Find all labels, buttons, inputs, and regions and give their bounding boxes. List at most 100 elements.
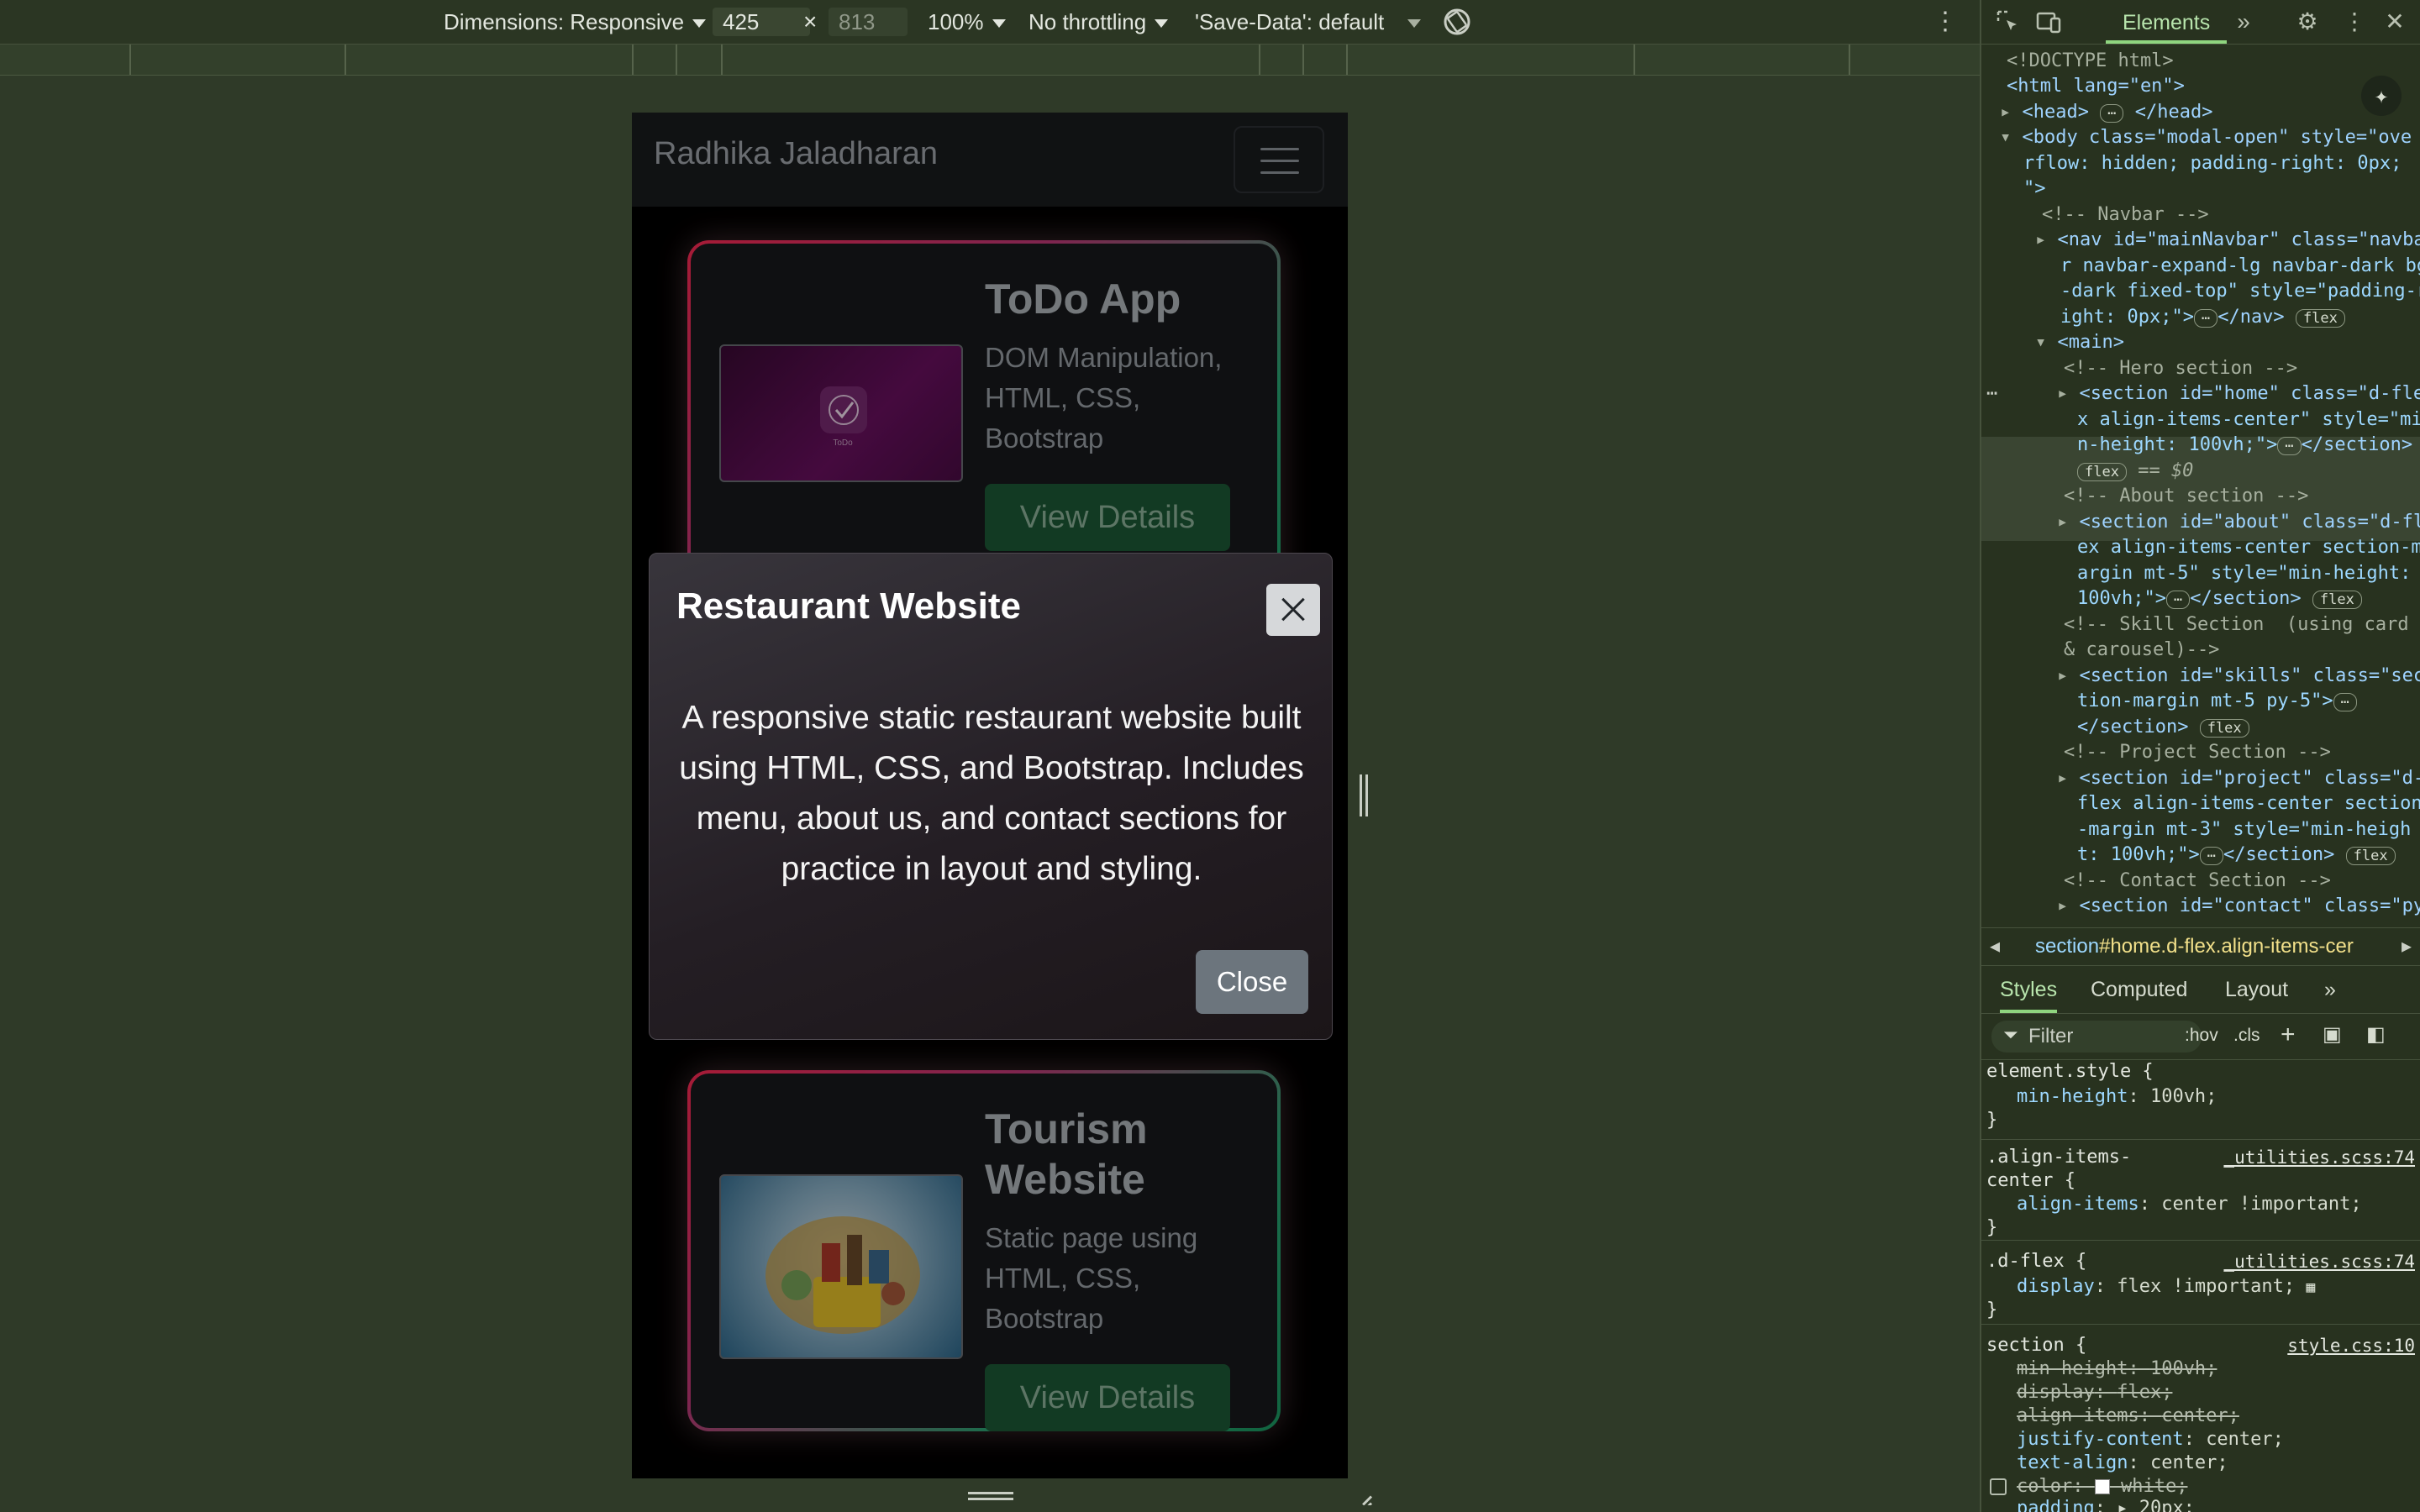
- more-options-icon[interactable]: ⋮: [2341, 8, 2368, 35]
- chevron-down-icon: [692, 19, 707, 29]
- dom-comment: <!-- About section -->: [2064, 486, 2309, 507]
- height-value: 813: [829, 8, 908, 36]
- resize-handle-right[interactable]: [1360, 774, 1370, 816]
- dom-node[interactable]: ▸ <section id="about" class="d-fl: [2057, 510, 2420, 536]
- modal-title: Restaurant Website: [676, 585, 1021, 627]
- dom-node[interactable]: <html lang="en">: [2007, 74, 2185, 100]
- breadcrumb-right-arrow-icon[interactable]: ▸: [2396, 928, 2417, 965]
- dom-comment: <!-- Contact Section -->: [2064, 870, 2331, 891]
- dom-node[interactable]: ▸ <nav id="mainNavbar" class="navba: [2035, 228, 2420, 254]
- dom-node[interactable]: ▸ <head> ⋯ </head>: [2000, 100, 2212, 126]
- rule-close: }: [1986, 1299, 1998, 1320]
- rule-selector: element.style {: [1986, 1061, 2154, 1082]
- dimensions-dropdown[interactable]: Dimensions: Responsive: [444, 0, 707, 44]
- ruler-tick: [676, 45, 677, 75]
- paint-icon[interactable]: ▣: [2323, 1022, 2342, 1047]
- tab-styles[interactable]: Styles: [2000, 966, 2058, 1013]
- css-rule: .align-items- center { _utilities.scss:7…: [1981, 1141, 2420, 1241]
- rule-selector: .align-items- center {: [1986, 1147, 2132, 1191]
- dom-comment: <!-- Navbar -->: [2042, 204, 2209, 225]
- dom-node-continued: ex align-items-center section-m: [2077, 537, 2420, 558]
- dom-node[interactable]: <!DOCTYPE html>: [2007, 49, 2174, 75]
- dom-node-continued: tion-margin mt-5 py-5"> ⋯: [2077, 689, 2357, 715]
- css-property[interactable]: min-height: 100vh;: [2017, 1085, 2217, 1109]
- dom-comment: <!-- Hero section -->: [2064, 358, 2298, 379]
- rule-selector: .d-flex {: [1986, 1251, 2087, 1272]
- accessibility-icon[interactable]: ✦: [2361, 76, 2402, 116]
- dom-node[interactable]: ▸ <section id="project" class="d-: [2057, 766, 2420, 792]
- rule-source-link[interactable]: _utilities.scss:74: [2223, 1146, 2415, 1169]
- height-input[interactable]: 813: [829, 0, 908, 44]
- tab-elements[interactable]: Elements: [2106, 0, 2228, 44]
- tab-layout[interactable]: Layout: [2225, 966, 2288, 1013]
- css-property-overridden[interactable]: color: white;: [2017, 1475, 2187, 1499]
- node-options-icon[interactable]: ⋯: [1986, 381, 1997, 407]
- css-property[interactable]: display: flex !important; ▦: [2017, 1275, 2315, 1299]
- dom-node[interactable]: ▸ <section id="skills" class="sec: [2057, 664, 2420, 690]
- resize-handle-bottom[interactable]: [968, 1492, 1013, 1502]
- dom-node-continued: argin mt-5" style="min-height:: [2077, 563, 2412, 584]
- project-modal: Restaurant Website A responsive static r…: [649, 553, 1333, 1040]
- property-checkbox[interactable]: [1990, 1478, 2007, 1495]
- dom-node-continued: -margin mt-3" style="min-heigh: [2077, 819, 2412, 840]
- close-icon[interactable]: ✕: [2381, 8, 2408, 35]
- dom-node-continued: ">: [2023, 178, 2046, 199]
- gear-icon[interactable]: ⚙: [2294, 8, 2321, 35]
- hov-toggle[interactable]: :hov: [2185, 1026, 2218, 1046]
- modal-body-text: A responsive static restaurant website b…: [679, 700, 1304, 887]
- dom-node-selected[interactable]: ▸ <section id="home" class="d-fle: [2057, 381, 2420, 407]
- dom-node-continued: rflow: hidden; padding-right: 0px;: [2023, 153, 2402, 174]
- zoom-dropdown[interactable]: 100%: [928, 0, 1006, 44]
- rule-source-link[interactable]: style.css:10: [2287, 1334, 2415, 1357]
- dimensions-label: Dimensions: Responsive: [444, 9, 685, 34]
- media-query-bar: [0, 45, 1980, 76]
- color-swatch[interactable]: [2094, 1479, 2110, 1494]
- filter-icon: ⏷: [2003, 1024, 2018, 1045]
- tab-computed[interactable]: Computed: [2091, 966, 2187, 1013]
- resize-handle-corner[interactable]: [1351, 1483, 1373, 1505]
- ruler-tick: [345, 45, 346, 75]
- rule-source-link[interactable]: _utilities.scss:74: [2223, 1250, 2415, 1273]
- devtools-tab-bar: Elements » ⚙ ⋮ ✕: [1981, 0, 2420, 45]
- css-property-overridden[interactable]: display: flex;: [2017, 1381, 2172, 1404]
- more-tabs-icon[interactable]: »: [2324, 966, 2336, 1013]
- cls-toggle[interactable]: .cls: [2233, 1026, 2260, 1046]
- device-toolbar-icon[interactable]: [2035, 8, 2062, 35]
- save-data-value: 'Save-Data': default: [1195, 9, 1385, 34]
- dom-node-continued: </section> flex: [2077, 715, 2249, 741]
- css-property-overridden[interactable]: align-items: center;: [2017, 1404, 2239, 1428]
- dom-node[interactable]: ▾ <main>: [2035, 330, 2124, 356]
- dom-node-continued: flex == $0: [2077, 459, 2193, 485]
- rotate-icon[interactable]: [1442, 7, 1472, 37]
- close-icon[interactable]: [1266, 584, 1320, 636]
- css-property-overridden[interactable]: min-height: 100vh;: [2017, 1357, 2217, 1381]
- dom-node[interactable]: ▾ <body class="modal-open" style="ove: [2000, 125, 2412, 151]
- dom-node-continued: flex align-items-center section: [2077, 793, 2420, 814]
- css-property[interactable]: align-items: center !important;: [2017, 1193, 2362, 1216]
- times-sign: ×: [803, 8, 818, 34]
- ruler-tick: [1346, 45, 1348, 75]
- add-rule-icon[interactable]: +: [2281, 1021, 2296, 1049]
- dom-node[interactable]: ▸ <section id="contact" class="py: [2057, 894, 2420, 920]
- breadcrumb-current[interactable]: section#home.d-flex.align-items-cer: [2035, 928, 2354, 965]
- more-tabs-icon[interactable]: »: [2230, 8, 2257, 35]
- css-property[interactable]: text-align: center;: [2017, 1452, 2228, 1475]
- inspect-element-icon[interactable]: [1995, 8, 2022, 35]
- styles-tab-bar: Styles Computed Layout »: [1981, 966, 2420, 1014]
- ruler-tick: [632, 45, 634, 75]
- device-viewport: Radhika Jaladharan ToDo ToDo App DOM Man…: [632, 113, 1348, 1478]
- sidebar-toggle-icon[interactable]: ◧: [2366, 1022, 2386, 1047]
- breadcrumb: ◂ section#home.d-flex.align-items-cer ▸: [1981, 927, 2420, 966]
- modal-close-button[interactable]: Close: [1196, 950, 1308, 1014]
- css-property[interactable]: padding: ▸ 20px;: [2017, 1497, 2195, 1512]
- breadcrumb-left-arrow-icon[interactable]: ◂: [1990, 928, 2000, 965]
- more-options-icon[interactable]: ⋮: [1933, 0, 1958, 44]
- dom-node-continued: t: 100vh;"> ⋯ </section> flex: [2077, 843, 2396, 869]
- save-data-dropdown[interactable]: 'Save-Data': default: [1195, 0, 1422, 44]
- zoom-value: 100%: [928, 9, 984, 34]
- width-input[interactable]: 425: [713, 0, 810, 44]
- css-property[interactable]: justify-content: center;: [2017, 1428, 2284, 1452]
- dom-tree: <!DOCTYPE html> <html lang="en"> ▸ <head…: [1981, 49, 2420, 924]
- filter-input[interactable]: ⏷ Filter: [1991, 1021, 2202, 1053]
- throttling-dropdown[interactable]: No throttling: [1028, 0, 1169, 44]
